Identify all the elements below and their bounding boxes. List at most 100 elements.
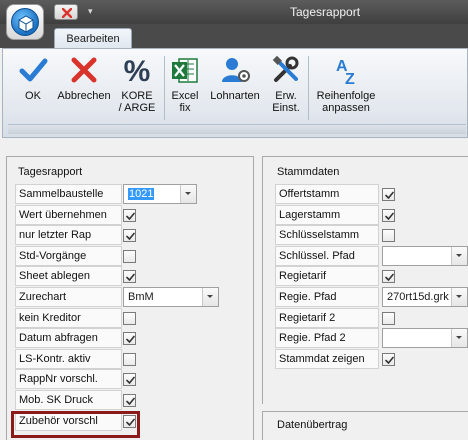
svg-text:%: % bbox=[124, 55, 151, 86]
checkbox-std-vorgange[interactable] bbox=[123, 249, 136, 263]
label-zurechart: Zurechart bbox=[15, 287, 122, 307]
excel-fix-button[interactable]: Excel fix bbox=[168, 54, 202, 114]
label-regietarif-2: Regietarif 2 bbox=[275, 307, 379, 328]
checkbox-datum-abfragen[interactable] bbox=[123, 332, 136, 346]
quick-access-dropdown[interactable]: ▾ bbox=[88, 6, 93, 17]
checkmark-icon bbox=[385, 191, 394, 199]
sort-az-icon: A Z bbox=[336, 58, 355, 86]
checkbox-mob-sk-druck[interactable] bbox=[123, 394, 136, 407]
chevron-down-icon bbox=[207, 295, 213, 298]
checkmark-icon bbox=[126, 212, 135, 220]
label-sammelbaustelle: Sammelbaustelle bbox=[15, 184, 122, 204]
checkbox-rappnr-vorschl[interactable] bbox=[123, 373, 136, 387]
group-border-left bbox=[262, 156, 263, 404]
svg-text:Z: Z bbox=[345, 71, 355, 86]
checkbox-schlusselstamm[interactable] bbox=[382, 229, 395, 243]
dropdown-arrow-button[interactable] bbox=[180, 185, 196, 203]
dropdown-arrow-button[interactable] bbox=[451, 329, 467, 348]
ext-label-line1: Erw. bbox=[275, 90, 297, 102]
label-mob-sk-druck: Mob. SK Druck bbox=[15, 390, 122, 410]
cancel-x-icon bbox=[71, 57, 97, 83]
label-wert-ubernehmen: Wert übernehmen bbox=[15, 204, 122, 225]
group-border-top bbox=[6, 156, 254, 157]
ribbon-group-separator bbox=[164, 56, 165, 120]
dropdown-arrow-button[interactable] bbox=[451, 288, 467, 306]
chevron-down-icon bbox=[185, 192, 191, 195]
kore-label-line2: / ARGE bbox=[118, 102, 156, 114]
checkmark-icon bbox=[385, 212, 394, 220]
order-label-line1: Reihenfolge bbox=[316, 90, 376, 102]
window-title: Tagesrapport bbox=[290, 5, 361, 19]
checkmark-icon bbox=[19, 58, 48, 82]
cube-icon bbox=[18, 15, 34, 33]
section-title-datenuebertrag: Datenübertrag bbox=[277, 419, 348, 431]
label-rappnr-vorschl: RappNr vorschl. bbox=[15, 369, 122, 390]
reorder-button[interactable]: A Z Reihenfolge anpassen bbox=[310, 54, 382, 114]
checkmark-icon bbox=[126, 397, 135, 405]
checkmark-icon bbox=[385, 274, 394, 282]
checkmark-icon bbox=[385, 356, 394, 364]
label-sheet-ablegen: Sheet ablegen bbox=[15, 266, 122, 287]
checkbox-ls-kontr-aktiv[interactable] bbox=[123, 352, 136, 366]
checkmark-icon bbox=[126, 274, 135, 282]
chevron-down-icon bbox=[456, 336, 462, 340]
ok-label: OK bbox=[25, 90, 41, 102]
checkbox-nur-letzter-rap[interactable] bbox=[123, 229, 136, 243]
dropdown-value: 1021 bbox=[128, 188, 155, 200]
checkbox-sheet-ablegen[interactable] bbox=[123, 270, 136, 284]
label-datum-abfragen: Datum abfragen bbox=[15, 328, 122, 349]
label-regie-pfad: Regie. Pfad bbox=[275, 287, 379, 307]
label-regie-pfad-2: Regie. Pfad 2 bbox=[275, 328, 379, 349]
dropdown-regie-pfad-2[interactable] bbox=[382, 328, 468, 349]
tab-bearbeiten[interactable]: Bearbeiten bbox=[54, 28, 132, 49]
checkmark-icon bbox=[126, 335, 135, 343]
title-bar: ▾ Tagesrapport bbox=[0, 0, 468, 24]
dropdown-sammelbaustelle[interactable]: 1021 bbox=[123, 184, 197, 204]
checkbox-wert-ubernehmen[interactable] bbox=[123, 208, 136, 222]
ok-button[interactable]: OK bbox=[14, 54, 52, 102]
kore-arge-button[interactable]: % KORE / ARGE bbox=[116, 54, 158, 114]
ribbon-group-separator bbox=[308, 56, 309, 120]
label-lagerstamm: Lagerstamm bbox=[275, 204, 379, 225]
kore-label-line1: KORE bbox=[121, 90, 153, 102]
checkbox-lagerstamm[interactable] bbox=[382, 208, 395, 222]
group-border-left bbox=[262, 411, 263, 440]
section-title-tagesrapport: Tagesrapport bbox=[18, 166, 83, 178]
user-gear-icon bbox=[222, 58, 250, 82]
close-icon bbox=[62, 8, 72, 18]
tools-icon bbox=[272, 55, 299, 82]
payroll-label: Lohnarten bbox=[210, 90, 260, 102]
cancel-button[interactable]: Abbrechen bbox=[54, 54, 114, 102]
section-title-stammdaten: Stammdaten bbox=[277, 166, 340, 178]
checkbox-kein-kreditor[interactable] bbox=[123, 311, 136, 325]
checkbox-regietarif-2[interactable] bbox=[382, 311, 395, 325]
checkbox-regietarif[interactable] bbox=[382, 270, 395, 284]
dropdown-regie-pfad[interactable]: 270rt15d.grk bbox=[382, 287, 468, 307]
label-offertstamm: Offertstamm bbox=[275, 184, 379, 204]
dropdown-value: BmM bbox=[128, 291, 154, 303]
app-menu-button[interactable] bbox=[6, 4, 44, 40]
checkbox-offertstamm[interactable] bbox=[382, 188, 395, 201]
highlight-annotation-box bbox=[11, 411, 140, 438]
dropdown-zurechart[interactable]: BmM bbox=[123, 287, 219, 307]
dropdown-value: 270rt15d.grk bbox=[387, 291, 449, 303]
label-kein-kreditor: kein Kreditor bbox=[15, 307, 122, 328]
extended-settings-button[interactable]: Erw. Einst. bbox=[266, 54, 306, 114]
group-border-left bbox=[6, 156, 7, 440]
dropdown-arrow-button[interactable] bbox=[451, 246, 467, 265]
label-stammdat-zeigen: Stammdat zeigen bbox=[275, 348, 379, 369]
label-ls-kontr-aktiv: LS-Kontr. aktiv bbox=[15, 348, 122, 369]
ribbon-group-footer bbox=[8, 124, 466, 134]
payroll-types-button[interactable]: Lohnarten bbox=[206, 54, 264, 102]
quick-close-button[interactable] bbox=[54, 4, 78, 20]
dropdown-arrow-button[interactable] bbox=[202, 288, 218, 306]
label-std-vorgange: Std-Vorgänge bbox=[15, 245, 122, 266]
excel-label-line2: fix bbox=[179, 102, 191, 114]
label-schlussel-pfad: Schlüssel. Pfad bbox=[275, 245, 379, 266]
excel-icon bbox=[172, 58, 198, 83]
group-border-top bbox=[262, 411, 468, 412]
checkbox-stammdat-zeigen[interactable] bbox=[382, 352, 395, 366]
dropdown-schlussel-pfad[interactable] bbox=[382, 245, 468, 266]
group-border-top bbox=[262, 156, 468, 157]
chevron-down-icon bbox=[456, 253, 462, 257]
